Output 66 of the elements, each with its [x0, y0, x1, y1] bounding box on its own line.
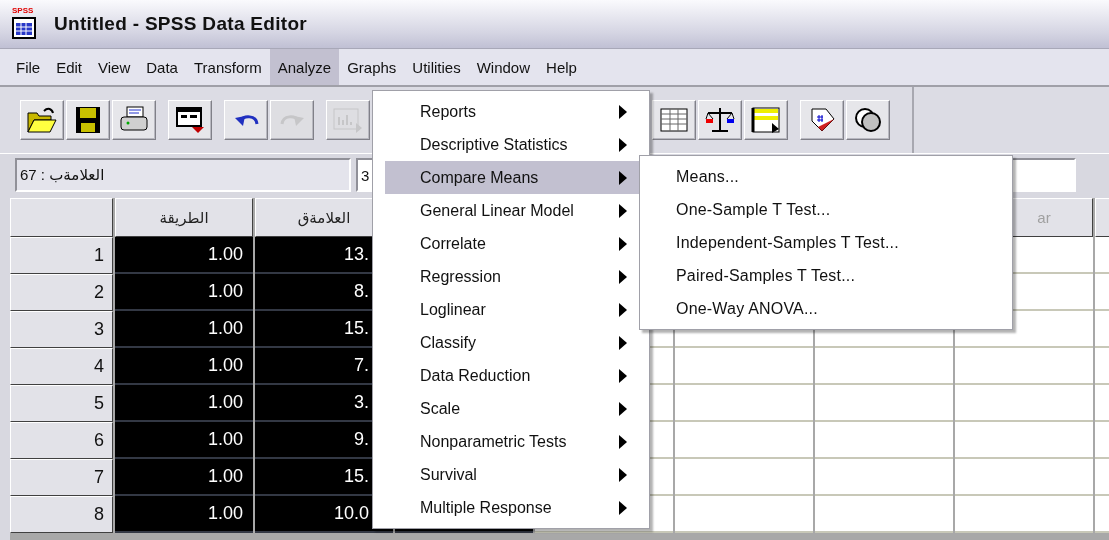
toolbar-button[interactable]: [168, 100, 212, 140]
row-number[interactable]: 4: [10, 348, 113, 385]
row-number[interactable]: 8: [10, 496, 113, 533]
row-number[interactable]: 1: [10, 237, 113, 274]
table-cell: 1.00: [115, 385, 253, 422]
submenu-arrow-icon: [619, 104, 627, 119]
table-icon: [658, 105, 690, 135]
menu-item[interactable]: Data: [138, 49, 186, 85]
menu-entry[interactable]: Compare Means: [385, 161, 639, 194]
submenu-arrow-icon: [619, 203, 627, 218]
table-cell: 1.00: [115, 237, 253, 274]
submenu-arrow-icon: [619, 302, 627, 317]
toolbar-button[interactable]: [20, 100, 64, 140]
dialog-icon: [174, 105, 206, 135]
menu-item[interactable]: File: [8, 49, 49, 85]
menu-entry[interactable]: One-Way ANOVA...: [640, 292, 1012, 325]
menu-item[interactable]: Edit: [48, 49, 91, 85]
menu-item[interactable]: Utilities: [404, 49, 469, 85]
cell-name-field[interactable]: 67 : العلامةب: [15, 158, 351, 192]
overlapping-circles-icon: [852, 105, 884, 135]
submenu-arrow-icon: [619, 368, 627, 383]
toolbar-button[interactable]: [744, 100, 788, 140]
table-cell: 1.00: [115, 496, 253, 533]
menu-item[interactable]: Window: [468, 49, 539, 85]
menu-entry[interactable]: Reports: [385, 95, 639, 128]
select-cases-icon: [750, 105, 782, 135]
table-cell: 1.00: [115, 311, 253, 348]
column-header[interactable]: الطريقة: [115, 198, 253, 237]
submenu-arrow-icon: [619, 236, 627, 251]
undo-icon: [233, 113, 259, 127]
submenu-arrow-icon: [619, 434, 627, 449]
row-number[interactable]: 3: [10, 311, 113, 348]
menu-item[interactable]: Analyze: [269, 49, 340, 85]
row-number[interactable]: 2: [10, 274, 113, 311]
toolbar-button[interactable]: [698, 100, 742, 140]
toolbar-button[interactable]: [800, 100, 844, 140]
row-number[interactable]: 6: [10, 422, 113, 459]
chart-icon: [332, 105, 364, 135]
submenu-arrow-icon: [619, 170, 627, 185]
row-number[interactable]: 5: [10, 385, 113, 422]
menu-entry[interactable]: Descriptive Statistics: [385, 128, 639, 161]
submenu-arrow-icon: [619, 500, 627, 515]
toolbar-button[interactable]: [846, 100, 890, 140]
toolbar-button[interactable]: [224, 100, 268, 140]
menu-item[interactable]: Transform: [185, 49, 270, 85]
menu-entry[interactable]: Means...: [640, 160, 1012, 193]
submenu-arrow-icon: [619, 137, 627, 152]
menu-item[interactable]: Help: [538, 49, 585, 85]
table-cell: 1.00: [115, 422, 253, 459]
menu-entry[interactable]: Paired-Samples T Test...: [640, 259, 1012, 292]
table-cell: 1.00: [115, 348, 253, 385]
menu-item[interactable]: Graphs: [339, 49, 405, 85]
submenu-arrow-icon: [619, 335, 627, 350]
row-number[interactable]: 7: [10, 459, 113, 496]
toolbar-button[interactable]: [112, 100, 156, 140]
table-cell: 1.00: [115, 274, 253, 311]
submenu-arrow-icon: [619, 269, 627, 284]
menu-item[interactable]: View: [90, 49, 139, 85]
table-cell: 1.00: [115, 459, 253, 496]
submenu-arrow-icon: [619, 467, 627, 482]
balance-scale-icon: [704, 105, 736, 135]
redo-icon: [279, 113, 305, 127]
toolbar-button[interactable]: [66, 100, 110, 140]
submenu-arrow-icon: [619, 401, 627, 416]
window-title: Untitled - SPSS Data Editor: [54, 13, 307, 35]
open-folder-icon: [26, 105, 58, 135]
